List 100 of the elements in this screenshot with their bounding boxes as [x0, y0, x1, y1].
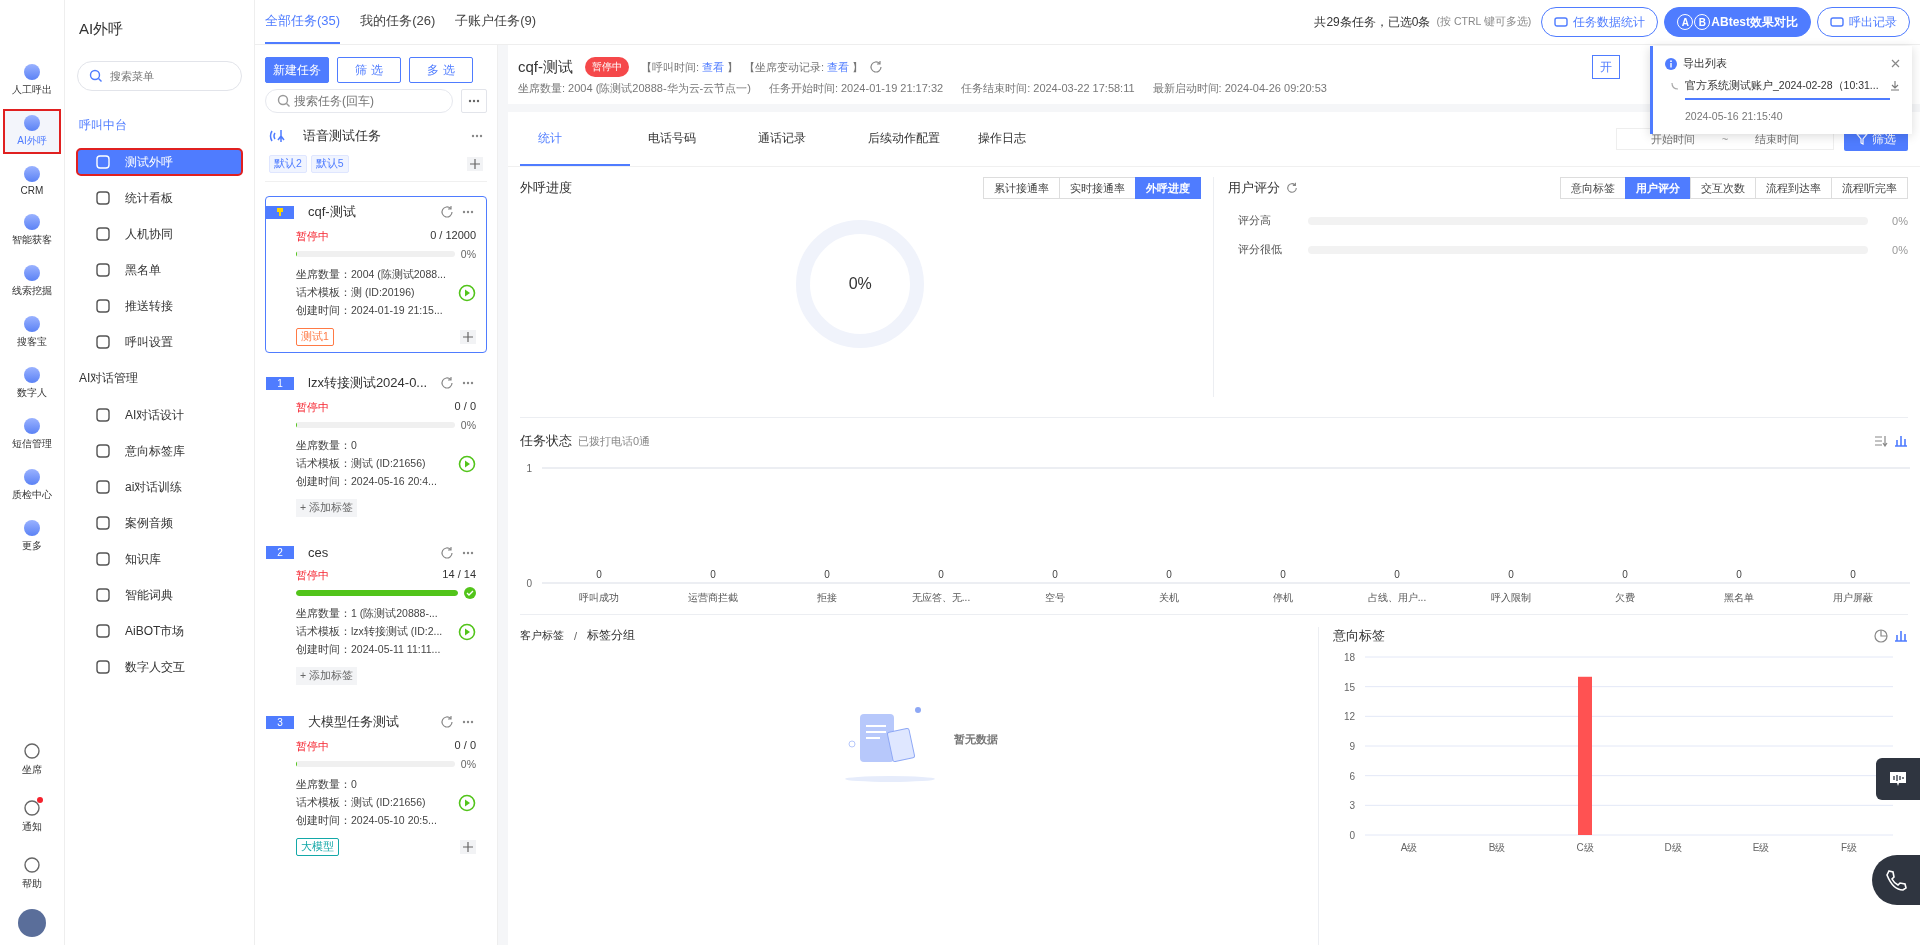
- play-icon[interactable]: [458, 284, 476, 302]
- nav-item[interactable]: 质检中心: [5, 465, 59, 506]
- download-icon[interactable]: [1890, 81, 1900, 91]
- nav-item[interactable]: 人工呼出: [5, 60, 59, 101]
- task-card[interactable]: cqf-测试 暂停中 0 / 12000 0% 坐席数量：2004 (陈测试2088... 话术模板：测 (ID:20196) 创建时间：2024-01-19 21:15... 测试1: [265, 196, 487, 353]
- segment-button[interactable]: 用户评分: [1625, 177, 1691, 199]
- menu-item[interactable]: 统计看板: [77, 185, 242, 211]
- menu-item[interactable]: 黑名单: [77, 257, 242, 283]
- segment-button[interactable]: 实时接通率: [1058, 177, 1136, 199]
- more-icon[interactable]: [462, 550, 474, 555]
- refresh-icon[interactable]: [440, 376, 454, 390]
- menu-item[interactable]: 人机协同: [77, 221, 242, 247]
- nav-item[interactable]: CRM: [5, 162, 59, 200]
- task-card[interactable]: 3 大模型任务测试 暂停中 0 / 0 0% 坐席数量：0 话术模板：测试 (ID:21656) 创建时间：2024-05-10 20:5... 大模型: [265, 706, 487, 863]
- nav-item[interactable]: AI外呼: [5, 111, 59, 152]
- more-icon[interactable]: [462, 210, 474, 214]
- search-field[interactable]: 搜索菜单: [77, 61, 242, 91]
- menu-icon: [95, 443, 111, 459]
- segment-button[interactable]: 累计接通率: [982, 177, 1060, 199]
- nav-item[interactable]: 数字人: [5, 363, 59, 404]
- menu-item[interactable]: 案例音频: [77, 510, 242, 536]
- refresh-icon[interactable]: [440, 205, 454, 219]
- bar-chart-icon[interactable]: [1894, 630, 1908, 642]
- more-icon[interactable]: [462, 720, 474, 724]
- menu-item[interactable]: 知识库: [77, 546, 242, 572]
- header-button[interactable]: A B ABtest效果对比: [1664, 7, 1811, 37]
- view-link[interactable]: 查看: [702, 59, 725, 75]
- nav-item[interactable]: 坐席: [5, 738, 59, 781]
- refresh-icon[interactable]: [1285, 182, 1298, 194]
- feedback-button[interactable]: [1876, 758, 1920, 800]
- nav-item[interactable]: 更多: [5, 516, 59, 557]
- add-button[interactable]: [467, 157, 483, 171]
- menu-item[interactable]: 意向标签库: [77, 438, 242, 464]
- detail-tab[interactable]: 电话号码: [630, 112, 740, 166]
- menu-item[interactable]: AiBOT市场: [77, 618, 242, 644]
- avatar[interactable]: [18, 909, 46, 937]
- plus-icon: [463, 332, 473, 342]
- segment-button[interactable]: 流程到达率: [1755, 177, 1832, 199]
- menu-item[interactable]: AI对话设计: [77, 402, 242, 428]
- play-icon[interactable]: [458, 794, 476, 812]
- seat-count: 坐席数量：1 (陈测试20888-...: [296, 607, 439, 621]
- segment-button[interactable]: 交互次数: [1690, 177, 1756, 199]
- nav-item[interactable]: 通知: [5, 795, 59, 838]
- sort-icon[interactable]: [1874, 435, 1888, 447]
- refresh-icon[interactable]: [440, 545, 454, 560]
- outline-icon: [23, 799, 41, 817]
- rating-label: 评分很低: [1237, 242, 1283, 257]
- detail-tab[interactable]: 后续动作配置: [850, 112, 960, 166]
- nav-item[interactable]: 帮助: [5, 852, 59, 895]
- bar-chart-icon[interactable]: [1894, 435, 1908, 447]
- task-tab[interactable]: 我的任务(26): [360, 0, 436, 44]
- add-tag-button[interactable]: + 添加标签: [296, 499, 358, 517]
- range-separator: ~: [1721, 133, 1729, 145]
- segment-button[interactable]: 流程听完率: [1831, 177, 1908, 199]
- nav-item[interactable]: 短信管理: [5, 414, 59, 455]
- pie-chart-icon[interactable]: [1874, 629, 1888, 643]
- add-button[interactable]: [460, 330, 476, 344]
- segment-button[interactable]: 意向标签: [1560, 177, 1626, 199]
- task-card[interactable]: 1 lzx转接测试2024-0... 暂停中 0 / 0 0% 坐席数量：0 话术模板：测试 (ID:21656) 创建时间：2024-05-16 20:4... + 添加标签: [265, 367, 487, 524]
- refresh-icon[interactable]: [869, 60, 884, 74]
- detail-tab[interactable]: 通话记录: [740, 112, 850, 166]
- tag: 默认5: [310, 155, 349, 173]
- axis-tick-label: 0: [526, 578, 532, 589]
- refresh-icon[interactable]: [440, 715, 454, 729]
- nav-item[interactable]: 搜客宝: [5, 312, 59, 353]
- header-button[interactable]: 任务数据统计: [1541, 7, 1659, 37]
- start-button[interactable]: 开: [1592, 55, 1620, 79]
- play-icon[interactable]: [458, 455, 476, 473]
- detail-tab[interactable]: 操作日志: [960, 112, 1070, 166]
- task-button[interactable]: 多 选: [409, 57, 473, 83]
- segment-button[interactable]: 外呼进度: [1134, 177, 1201, 199]
- task-card[interactable]: 2 ces 暂停中 14 / 14 坐席数量：1 (陈测试20888-... 话术模板：lzx转接测试 (ID:2... 创建时间：2024-05-11 11:11... + 添加标签: [265, 538, 487, 692]
- status-text: 暂停中: [296, 739, 329, 754]
- end-time-input[interactable]: 结束时间: [1728, 132, 1825, 146]
- view-link[interactable]: 查看: [827, 59, 850, 75]
- nav-item[interactable]: 智能获客: [5, 210, 59, 251]
- task-button[interactable]: 新建任务: [265, 57, 329, 83]
- header-button[interactable]: 呼出记录: [1817, 7, 1910, 37]
- start-time-input[interactable]: 开始时间: [1625, 132, 1722, 146]
- link-bracket: 】: [727, 59, 739, 75]
- menu-item[interactable]: 智能词典: [77, 582, 242, 608]
- menu-item[interactable]: 测试外呼: [77, 149, 242, 175]
- more-icon[interactable]: [471, 134, 483, 138]
- play-icon[interactable]: [458, 623, 476, 641]
- menu-item[interactable]: 推送转接: [77, 293, 242, 319]
- task-tab[interactable]: 子账户任务(9): [455, 0, 537, 44]
- detail-tab[interactable]: 统计: [520, 112, 630, 166]
- category-label: A级: [1400, 842, 1418, 853]
- menu-item[interactable]: ai对话训练: [77, 474, 242, 500]
- add-tag-button[interactable]: + 添加标签: [296, 667, 358, 685]
- more-icon[interactable]: [462, 381, 474, 385]
- close-icon[interactable]: [1891, 59, 1900, 68]
- add-button[interactable]: [460, 840, 476, 854]
- menu-item[interactable]: 呼叫设置: [77, 329, 242, 355]
- nav-item[interactable]: 线索挖掘: [5, 261, 59, 302]
- search-field[interactable]: 搜索任务(回车): [265, 89, 453, 113]
- breadcrumb-link[interactable]: 客户标签: [520, 628, 564, 643]
- task-name: ces: [308, 545, 330, 560]
- task-button[interactable]: 筛 选: [337, 57, 401, 83]
- menu-item[interactable]: 数字人交互: [77, 654, 242, 680]
